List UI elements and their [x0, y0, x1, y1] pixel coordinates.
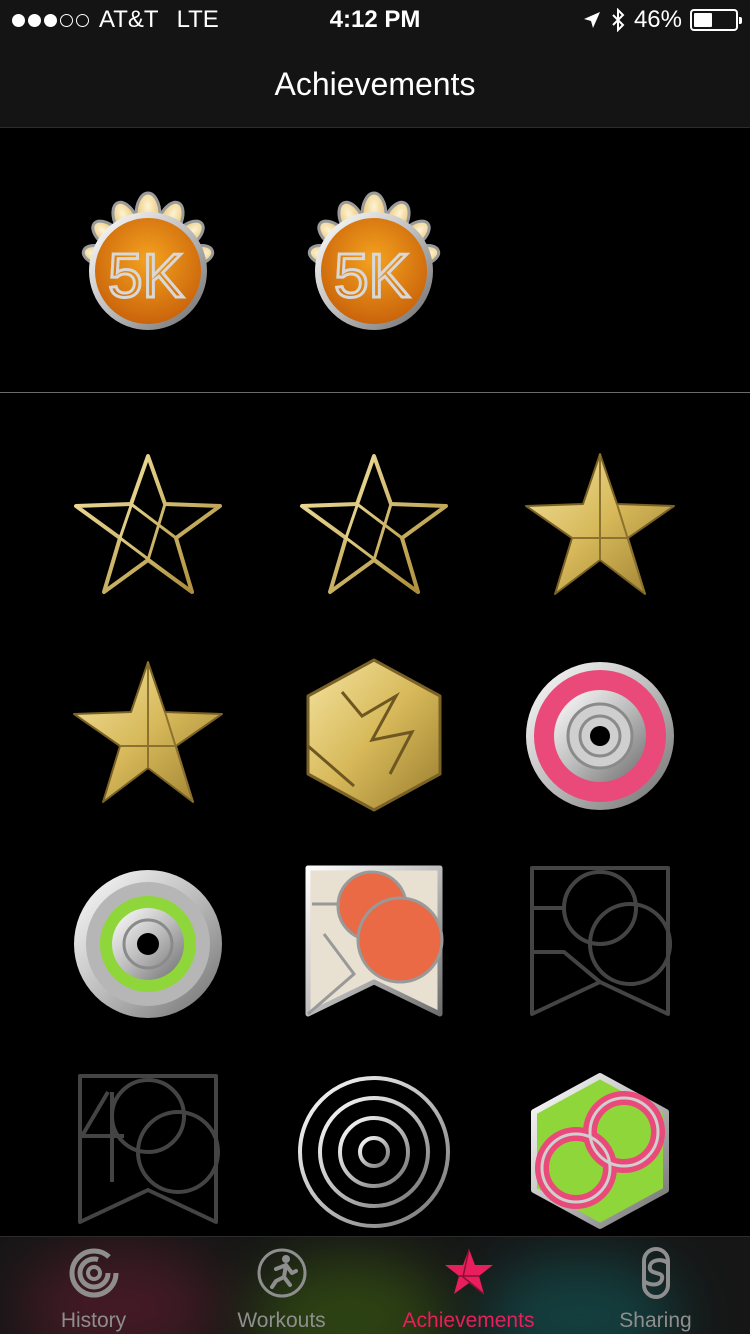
badge-5k-1[interactable]: 5K	[68, 181, 228, 341]
badge-star-solid-2[interactable]	[68, 656, 228, 816]
battery-percent: 46%	[633, 6, 682, 33]
battery-icon	[690, 9, 742, 31]
achievements-icon	[444, 1248, 493, 1295]
tab-sharing-label: Sharing	[619, 1309, 692, 1332]
section-divider	[0, 392, 750, 393]
page-title: Achievements	[274, 66, 476, 102]
status-right: 46%	[582, 6, 742, 34]
badge-60-outline[interactable]	[520, 864, 680, 1024]
tab-workouts[interactable]: Workouts	[188, 1237, 375, 1334]
badge-40-outline[interactable]	[68, 1072, 228, 1232]
tab-sharing[interactable]: Sharing	[562, 1237, 749, 1334]
location-icon	[583, 12, 600, 28]
badge-star-outline-2[interactable]	[294, 448, 454, 608]
badge-infinity-green-pink[interactable]	[520, 1072, 680, 1232]
tab-workouts-label: Workouts	[237, 1309, 326, 1332]
badge-5k-1-text: 5K	[108, 242, 184, 311]
battery-level	[694, 13, 713, 27]
featured-badges-section: 5K 5K	[0, 129, 750, 392]
badge-star-solid-1[interactable]	[520, 448, 680, 608]
tab-history-label: History	[60, 1309, 127, 1332]
badge-60-colored[interactable]	[294, 864, 454, 1024]
navigation-bar: Achievements	[0, 40, 750, 128]
badge-5k-2-text: 5K	[334, 242, 410, 311]
tab-history[interactable]: History	[0, 1237, 187, 1334]
tab-achievements-label: Achievements	[402, 1309, 535, 1332]
badge-star-outline-1[interactable]	[68, 448, 228, 608]
badge-ring-green[interactable]	[68, 864, 228, 1024]
badge-hexagon-gold[interactable]	[294, 656, 454, 816]
workouts-icon	[257, 1248, 306, 1298]
tab-bar: History Workouts Achievements Sharing	[0, 1236, 750, 1334]
sharing-icon	[641, 1247, 670, 1299]
tab-achievements[interactable]: Achievements	[375, 1237, 562, 1334]
badge-ring-pink[interactable]	[520, 656, 680, 816]
history-icon	[69, 1248, 118, 1298]
bluetooth-icon	[612, 8, 625, 32]
badge-ring-outline[interactable]	[294, 1072, 454, 1232]
status-bar: AT&T LTE 4:12 PM 46%	[0, 0, 750, 40]
badge-5k-2[interactable]: 5K	[294, 181, 454, 341]
